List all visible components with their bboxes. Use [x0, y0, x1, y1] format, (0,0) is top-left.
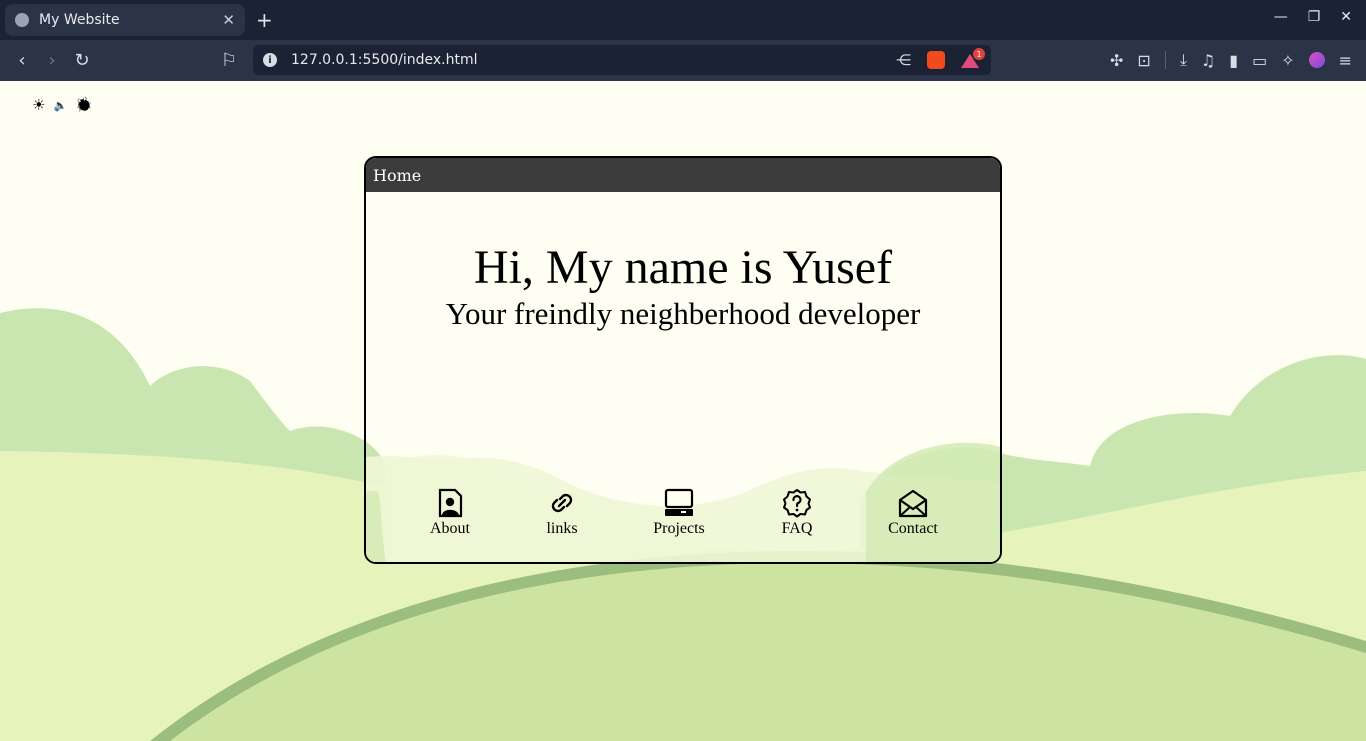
profile-avatar[interactable] [1308, 52, 1325, 68]
wallet-icon[interactable]: ▭ [1252, 51, 1267, 70]
nav-contact[interactable]: Contact [868, 488, 958, 538]
brave-rewards-icon[interactable]: 1 [961, 48, 985, 68]
rewards-badge: 1 [973, 48, 985, 60]
nav-label: links [546, 520, 578, 537]
sidebar-icon[interactable]: ▮ [1229, 51, 1238, 70]
person-file-icon [438, 488, 463, 518]
bookmark-icon[interactable]: ⚐ [214, 50, 244, 71]
restore-button[interactable]: ❐ [1308, 9, 1321, 25]
minimize-button[interactable]: — [1274, 9, 1288, 25]
window-title: Home [373, 166, 422, 185]
nav-about[interactable]: About [405, 488, 495, 538]
page-toggles: ☀ 🔈 🐞 [32, 96, 93, 114]
close-tab-icon[interactable]: ✕ [222, 11, 235, 29]
browser-titlebar: My Website ✕ + — ❐ ✕ [0, 0, 1366, 40]
site-info-icon[interactable]: i [263, 53, 277, 67]
extensions-icon[interactable]: ✣ [1110, 51, 1123, 70]
globe-icon [15, 13, 29, 27]
new-tab-button[interactable]: + [256, 8, 273, 32]
menu-icon[interactable]: ≡ [1339, 51, 1352, 70]
web-page: ☀ 🔈 🐞 Home Hi, My name is Yusef Your fre… [0, 81, 1366, 741]
close-window-button[interactable]: ✕ [1340, 9, 1352, 25]
window-body: Hi, My name is Yusef Your freindly neigh… [366, 192, 1000, 562]
link-icon [551, 493, 573, 513]
subheading: Your freindly neighberhood developer [445, 296, 921, 331]
envelope-open-icon [898, 489, 928, 518]
window-title-bar: Home [366, 158, 1000, 192]
browser-toolbar: ‹ › ↻ ⚐ i 127.0.0.1:5500/index.html ⋲ 1 … [0, 40, 1366, 81]
toolbar-actions: ✣ ⊡ ⤓ ♫ ▮ ▭ ✧ ≡ [1110, 50, 1352, 70]
theme-toggle-icon[interactable]: ☀ [32, 96, 45, 114]
address-bar-actions: ⋲ 1 [896, 48, 985, 69]
nav-label: Contact [888, 520, 938, 537]
download-icon[interactable]: ⤓ [1180, 50, 1187, 70]
nav-label: Projects [653, 520, 705, 537]
address-bar[interactable]: i 127.0.0.1:5500/index.html ⋲ 1 [253, 45, 991, 75]
forward-icon[interactable]: › [37, 50, 67, 71]
page-search-icon[interactable]: ⊡ [1137, 51, 1150, 70]
home-window: Home Hi, My name is Yusef Your freindly … [364, 156, 1002, 564]
reload-icon[interactable]: ↻ [67, 50, 97, 71]
url-text: 127.0.0.1:5500/index.html [291, 52, 478, 68]
leo-ai-icon[interactable]: ✧ [1281, 51, 1294, 70]
nav-links[interactable]: links [517, 488, 607, 538]
browser-tab[interactable]: My Website ✕ [5, 4, 245, 36]
share-icon[interactable]: ⋲ [896, 51, 911, 69]
nav-label: FAQ [781, 520, 813, 537]
sound-toggle-icon[interactable]: 🔈 [53, 99, 67, 112]
back-icon[interactable]: ‹ [7, 50, 37, 71]
computer-icon [664, 488, 694, 516]
tab-title: My Website [39, 12, 120, 28]
window-controls: — ❐ ✕ [1274, 9, 1352, 25]
debug-toggle-icon[interactable]: 🐞 [75, 97, 92, 113]
brave-shields-icon[interactable] [927, 51, 945, 69]
toolbar-separator [1164, 51, 1166, 69]
nav-projects[interactable]: Projects [634, 488, 724, 538]
question-badge-icon [783, 489, 811, 518]
main-heading: Hi, My name is Yusef [473, 241, 893, 294]
nav-faq[interactable]: FAQ [752, 488, 842, 538]
music-icon[interactable]: ♫ [1201, 51, 1215, 70]
nav-label: About [430, 520, 470, 537]
